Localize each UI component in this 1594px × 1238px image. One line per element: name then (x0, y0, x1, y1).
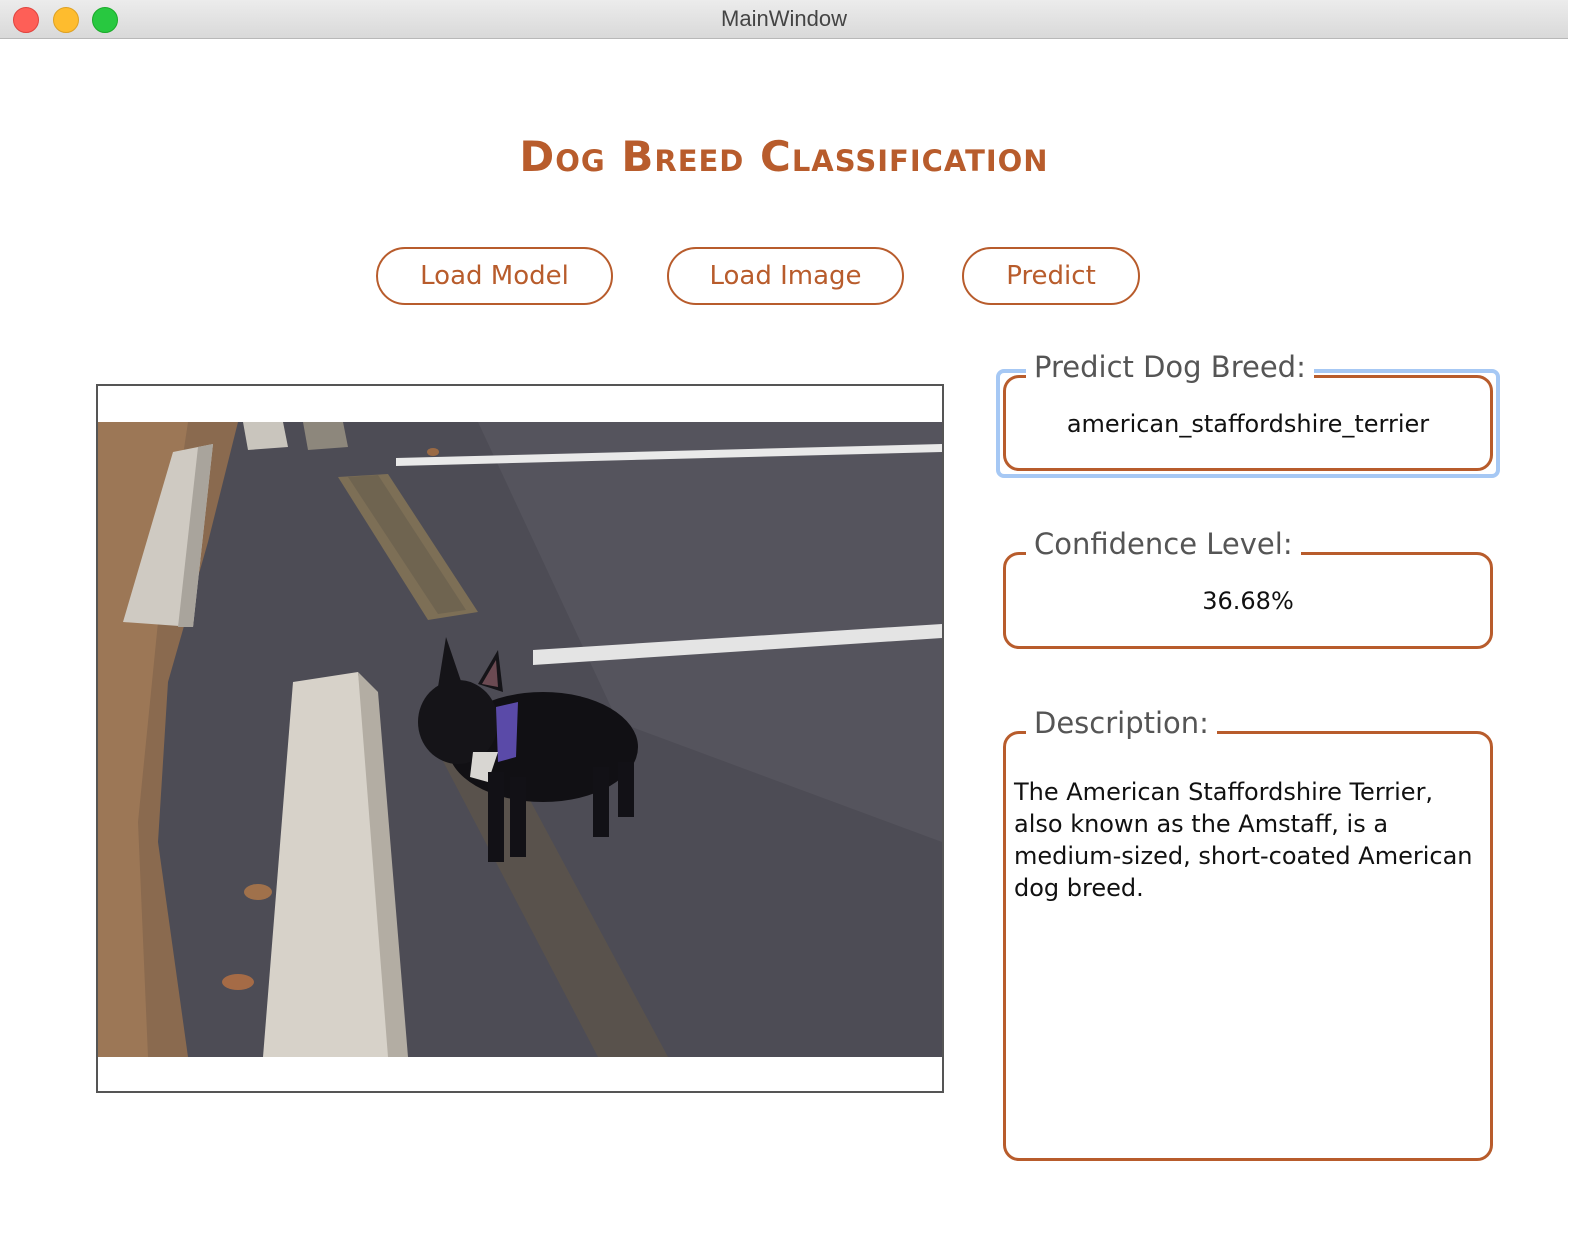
description-label: Description: (1026, 706, 1217, 740)
breed-value: american_staffordshire_terrier (1066, 410, 1430, 438)
app-title: Dog Breed Classification (519, 132, 1049, 181)
dog-photo (98, 422, 942, 1057)
load-model-button[interactable]: Load Model (376, 247, 613, 305)
predict-button[interactable]: Predict (962, 247, 1140, 305)
window-title: MainWindow (721, 6, 847, 31)
breed-field[interactable]: Predict Dog Breed: american_staffordshir… (1003, 350, 1493, 471)
confidence-field[interactable]: Confidence Level: 36.68% (1003, 527, 1493, 649)
description-field[interactable]: Description: The American Staffordshire … (1003, 706, 1493, 1161)
image-display (96, 384, 944, 1093)
confidence-label: Confidence Level: (1026, 527, 1301, 561)
breed-label: Predict Dog Breed: (1026, 350, 1314, 384)
description-text: The American Staffordshire Terrier, also… (1014, 778, 1473, 902)
title-bar: MainWindow (0, 0, 1568, 39)
load-image-button[interactable]: Load Image (667, 247, 904, 305)
confidence-value: 36.68% (1202, 587, 1294, 615)
